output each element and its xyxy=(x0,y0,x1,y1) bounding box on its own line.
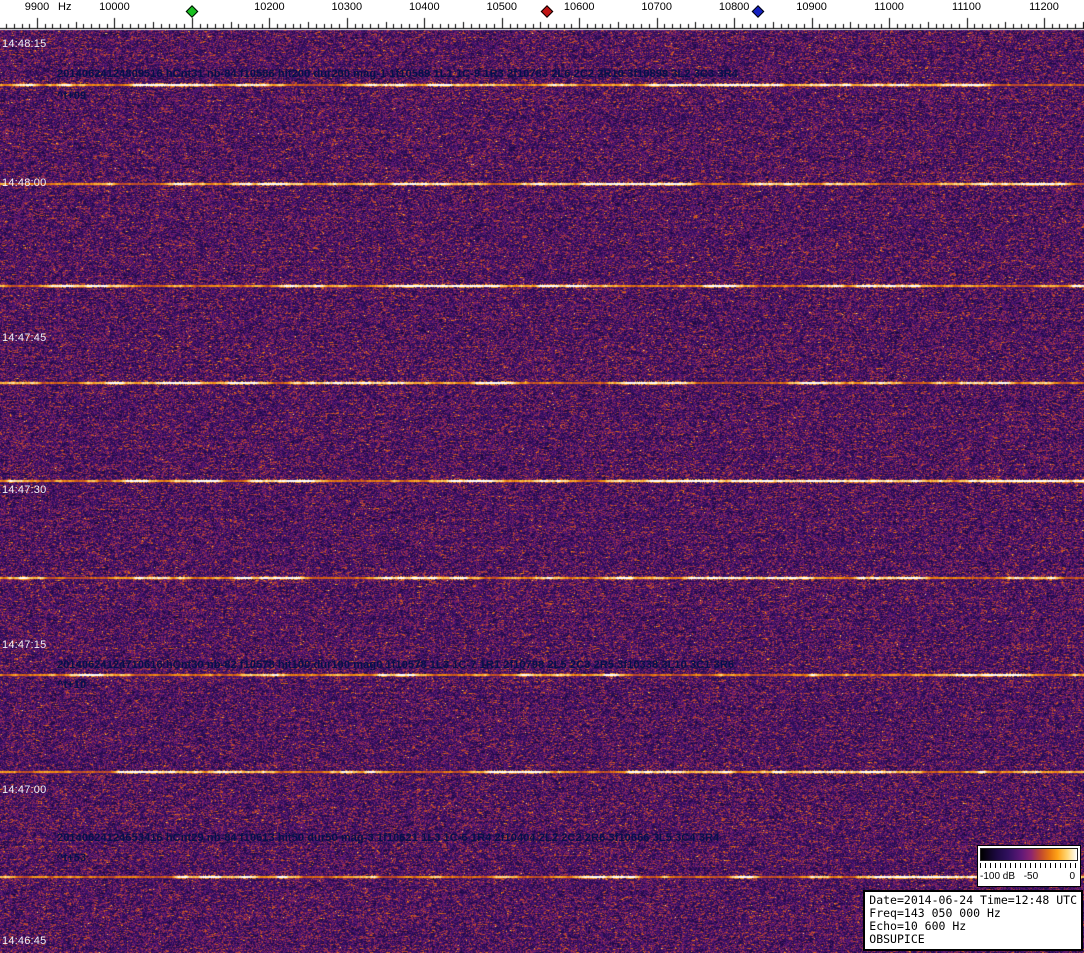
info-box: Date=2014-06-24 Time=12:48 UTC Freq=143 … xyxy=(863,890,1083,951)
event-annotation: 20140624124653416 hCnt29 nb-84 f10613 hi… xyxy=(57,832,720,844)
event-annotation: 20140624124809516 hCnt31 nb-84 f10586 hi… xyxy=(57,68,738,80)
freq-tick-label: 10800 xyxy=(718,1,750,13)
freq-tick-label: 10700 xyxy=(641,1,672,13)
freq-marker-red[interactable] xyxy=(540,5,554,18)
colorbar-label-mid: -50 xyxy=(1023,871,1039,882)
freq-tick-label: 9900 xyxy=(24,1,50,13)
time-label: 14:46:45 xyxy=(2,935,47,947)
freq-tick-label: 10400 xyxy=(409,1,440,13)
freq-tick-label: 10000 xyxy=(99,1,130,13)
event-annotation: ^t+53 xyxy=(57,852,87,864)
time-label: 14:48:00 xyxy=(2,177,47,189)
freq-tick-label: 11200 xyxy=(1029,1,1059,13)
colorbar-labels: -100 dB -50 0 xyxy=(980,869,1078,883)
freq-marker-blue[interactable] xyxy=(751,5,765,18)
time-label: 14:48:15 xyxy=(2,38,47,50)
event-annotation: ^t+10 xyxy=(57,679,87,691)
time-label: 14:47:15 xyxy=(2,639,47,651)
freq-tick-label: 10900 xyxy=(796,1,827,13)
time-label: 14:47:00 xyxy=(2,784,47,796)
time-label: 14:47:45 xyxy=(2,332,47,344)
colorbar-label-min: -100 dB xyxy=(980,871,1016,882)
colorbar-gradient[interactable] xyxy=(980,848,1078,861)
freq-tick-label: 10300 xyxy=(331,1,363,13)
colorbar-label-max: 0 xyxy=(1069,871,1075,882)
event-annotation: 20140624124710616 hCnt30 nb-82 f10578 hi… xyxy=(57,659,735,671)
colorbar-ticks xyxy=(980,863,1078,868)
colorbar-legend: -100 dB -50 0 xyxy=(977,845,1081,887)
freq-unit-label: Hz xyxy=(58,1,72,13)
freq-tick-label: 11100 xyxy=(952,1,981,13)
event-annotation: ^t+09 xyxy=(57,90,87,102)
info-line-station: OBSUPICE xyxy=(869,932,925,946)
freq-marker-green[interactable] xyxy=(185,5,199,18)
frequency-ruler[interactable]: Hz 9900 10000 10200 10300 10400 10500 10600 107… xyxy=(0,0,1084,30)
freq-tick-label: 10600 xyxy=(563,1,595,13)
freq-tick-label: 10500 xyxy=(486,1,518,13)
freq-tick-label: 10200 xyxy=(254,1,285,13)
freq-tick-label: 11000 xyxy=(874,1,904,13)
spectrogram-waterfall-canvas[interactable] xyxy=(0,0,1084,953)
spectrogram-app: Hz 9900 10000 10200 10300 10400 10500 10600 107… xyxy=(0,0,1084,953)
time-label: 14:47:30 xyxy=(2,484,47,496)
